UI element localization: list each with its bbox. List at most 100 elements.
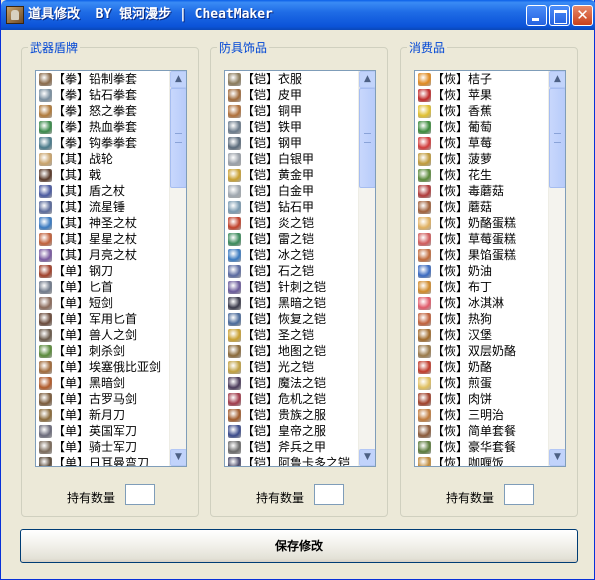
list-item[interactable]: 【铠】白银甲 [225,151,358,167]
list-item[interactable]: 【恢】简单套餐 [415,423,548,439]
list-item[interactable]: 【铠】雷之铠 [225,231,358,247]
list-item[interactable]: 【铠】白金甲 [225,183,358,199]
list-item[interactable]: 【恢】草莓 [415,135,548,151]
list-item[interactable]: 【拳】钩拳拳套 [36,135,169,151]
armor-quantity-input[interactable] [314,484,344,505]
list-item[interactable]: 【铠】地图之铠 [225,343,358,359]
list-item[interactable]: 【恢】汉堡 [415,327,548,343]
consumables-listbox[interactable]: 【恢】桔子 【恢】苹果 【恢】香蕉 【恢】葡萄 【恢】草莓 【恢】菠萝 【恢】花生 【恢】毒蘑… [414,70,566,467]
save-button[interactable]: 保存修改 [20,529,578,563]
list-item[interactable]: 【其】戟 [36,167,169,183]
list-item[interactable]: 【恢】咖喱饭 [415,455,548,466]
list-item[interactable]: 【铠】贵族之服 [225,407,358,423]
app-icon[interactable] [6,6,24,24]
list-item[interactable]: 【单】钢刀 [36,263,169,279]
consumables-scrollbar[interactable]: ▲ ▼ [548,71,565,466]
maximize-button[interactable] [549,5,570,26]
list-item[interactable]: 【恢】煎蛋 [415,375,548,391]
list-item[interactable]: 【恢】双层奶酪 [415,343,548,359]
list-item[interactable]: 【铠】钻石甲 [225,199,358,215]
minimize-button[interactable] [526,5,547,26]
list-item[interactable]: 【恢】苹果 [415,87,548,103]
list-item[interactable]: 【恢】豪华套餐 [415,439,548,455]
list-item[interactable]: 【恢】桔子 [415,71,548,87]
list-item[interactable]: 【拳】怒之拳套 [36,103,169,119]
list-item[interactable]: 【铠】钢甲 [225,135,358,151]
list-item[interactable]: 【恢】三明治 [415,407,548,423]
list-item[interactable]: 【单】骑士军刀 [36,439,169,455]
armor-scrollbar[interactable]: ▲ ▼ [358,71,375,466]
list-item[interactable]: 【单】兽人之剑 [36,327,169,343]
list-item[interactable]: 【铠】危机之铠 [225,391,358,407]
list-item[interactable]: 【单】日耳曼弯刀 [36,455,169,466]
scroll-up-button[interactable]: ▲ [170,71,186,88]
list-item[interactable]: 【恢】果馅蛋糕 [415,247,548,263]
list-item[interactable]: 【恢】花生 [415,167,548,183]
list-item[interactable]: 【恢】蘑菇 [415,199,548,215]
list-item[interactable]: 【拳】热血拳套 [36,119,169,135]
list-item-label: 【单】英国军刀 [53,424,138,438]
list-item[interactable]: 【铠】皮甲 [225,87,358,103]
list-item[interactable]: 【恢】奶酪 [415,359,548,375]
list-item[interactable]: 【铠】圣之铠 [225,327,358,343]
list-item[interactable]: 【铠】石之铠 [225,263,358,279]
scroll-down-button[interactable]: ▼ [359,449,375,466]
scroll-thumb[interactable] [549,88,565,188]
armor-listbox[interactable]: 【铠】衣服 【铠】皮甲 【铠】铜甲 【铠】铁甲 【铠】钢甲 【铠】白银甲 【铠】黄金甲 【铠】… [224,70,376,467]
scroll-up-button[interactable]: ▲ [549,71,565,88]
list-item[interactable]: 【其】流星锤 [36,199,169,215]
list-item[interactable]: 【恢】菠萝 [415,151,548,167]
list-item[interactable]: 【单】埃塞俄比亚剑 [36,359,169,375]
list-item[interactable]: 【铠】衣服 [225,71,358,87]
list-item[interactable]: 【单】军用匕首 [36,311,169,327]
list-item[interactable]: 【铠】阿鲁卡多之铠 [225,455,358,466]
list-item[interactable]: 【拳】铅制拳套 [36,71,169,87]
list-item[interactable]: 【铠】恢复之铠 [225,311,358,327]
scroll-thumb[interactable] [170,88,186,188]
list-item[interactable]: 【恢】布丁 [415,279,548,295]
list-item[interactable]: 【铠】斧兵之甲 [225,439,358,455]
list-item[interactable]: 【拳】钻石拳套 [36,87,169,103]
weapons-listbox[interactable]: 【拳】铅制拳套 【拳】钻石拳套 【拳】怒之拳套 【拳】热血拳套 【拳】钩拳拳套 【其】战轮… [35,70,187,467]
list-item[interactable]: 【铠】冰之铠 [225,247,358,263]
list-item[interactable]: 【其】月亮之杖 [36,247,169,263]
list-item[interactable]: 【恢】冰淇淋 [415,295,548,311]
list-item[interactable]: 【单】匕首 [36,279,169,295]
scroll-down-button[interactable]: ▼ [549,449,565,466]
list-item[interactable]: 【单】英国军刀 [36,423,169,439]
list-item[interactable]: 【铠】黑暗之铠 [225,295,358,311]
list-item[interactable]: 【恢】葡萄 [415,119,548,135]
list-item[interactable]: 【恢】毒蘑菇 [415,183,548,199]
list-item[interactable]: 【铠】铁甲 [225,119,358,135]
list-item[interactable]: 【恢】香蕉 [415,103,548,119]
list-item[interactable]: 【单】刺杀剑 [36,343,169,359]
scroll-thumb[interactable] [359,88,375,188]
list-item[interactable]: 【铠】魔法之铠 [225,375,358,391]
list-item[interactable]: 【单】黑暗剑 [36,375,169,391]
list-item[interactable]: 【单】新月刀 [36,407,169,423]
list-item[interactable]: 【其】神圣之杖 [36,215,169,231]
list-item[interactable]: 【铠】铜甲 [225,103,358,119]
consumables-quantity-input[interactable] [504,484,534,505]
scroll-up-button[interactable]: ▲ [359,71,375,88]
list-item[interactable]: 【恢】奶油 [415,263,548,279]
list-item[interactable]: 【铠】黄金甲 [225,167,358,183]
list-item[interactable]: 【其】盾之杖 [36,183,169,199]
title-bar[interactable]: 道具修改 BY 银河漫步 | CheatMaker ✕ [1,0,595,30]
list-item[interactable]: 【其】战轮 [36,151,169,167]
list-item[interactable]: 【单】短剑 [36,295,169,311]
list-item[interactable]: 【恢】热狗 [415,311,548,327]
list-item[interactable]: 【铠】针刺之铠 [225,279,358,295]
list-item[interactable]: 【单】古罗马剑 [36,391,169,407]
scroll-down-button[interactable]: ▼ [170,449,186,466]
list-item[interactable]: 【恢】肉饼 [415,391,548,407]
list-item[interactable]: 【铠】炎之铠 [225,215,358,231]
list-item[interactable]: 【铠】皇帝之服 [225,423,358,439]
weapons-quantity-input[interactable] [125,484,155,505]
list-item[interactable]: 【铠】光之铠 [225,359,358,375]
close-button[interactable]: ✕ [572,5,593,26]
weapons-scrollbar[interactable]: ▲ ▼ [169,71,186,466]
list-item[interactable]: 【恢】草莓蛋糕 [415,231,548,247]
list-item[interactable]: 【恢】奶酪蛋糕 [415,215,548,231]
list-item[interactable]: 【其】星星之杖 [36,231,169,247]
